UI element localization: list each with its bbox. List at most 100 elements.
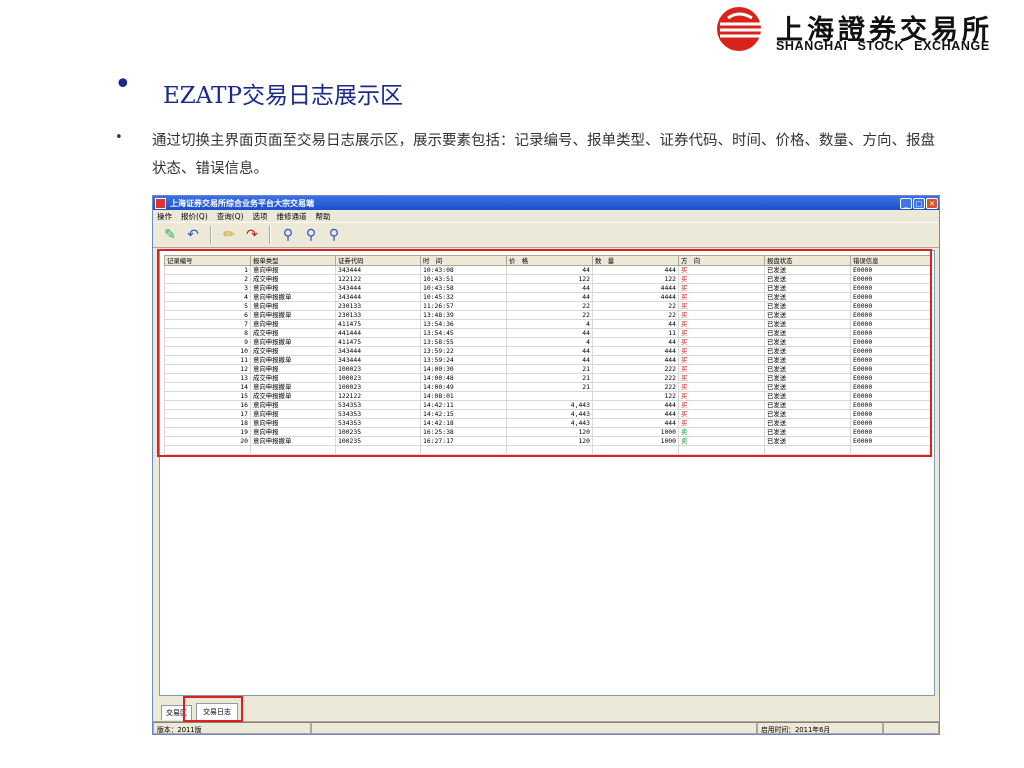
table-cell: 343444 <box>335 355 421 365</box>
table-row[interactable]: 10 成交申报 343444 13:59:22 44 444 买已发送 E0000 <box>164 346 931 356</box>
pen-icon[interactable]: ✎ <box>161 226 179 244</box>
table-cell: E0000 <box>850 328 931 338</box>
table-row[interactable]: 11 意向申报撤单 343444 13:59:24 44 444 买已发送 E0000 <box>164 355 931 365</box>
table-row[interactable]: 6 意向申报撤单 230133 13:48:39 22 22 买已发送 E0000 <box>164 310 931 320</box>
menu-query[interactable]: 查询(Q) <box>217 211 244 222</box>
table-row[interactable]: 9 意向申报撤单 411475 13:58:55 4 44 买已发送 E0000 <box>164 337 931 347</box>
table-cell: 意向申报撤单 <box>250 382 336 392</box>
column-header[interactable]: 错误信息 <box>850 255 931 266</box>
table-cell: 已发送 <box>764 373 851 383</box>
table-cell: 22 <box>592 310 679 320</box>
table-cell: 4 <box>506 337 593 347</box>
table-cell: 13:59:24 <box>420 355 507 365</box>
table-cell: 已发送 <box>764 310 851 320</box>
table-cell: 14:00:49 <box>420 382 507 392</box>
table-cell: E0000 <box>850 310 931 320</box>
table-cell: 534353 <box>335 400 421 410</box>
table-cell: 意向申报撤单 <box>250 355 336 365</box>
table-cell: 买 <box>678 283 765 293</box>
menu-operate[interactable]: 操作 <box>157 211 172 222</box>
table-cell: 13:59:22 <box>420 346 507 356</box>
undo-icon[interactable]: ↶ <box>184 226 202 244</box>
table-row[interactable]: 7 意向申报 411475 13:54:36 4 44 买已发送 E0000 <box>164 319 931 329</box>
window-titlebar[interactable]: 上海证券交易所综合业务平台大宗交易端 _ □ ✕ <box>153 196 939 210</box>
table-cell <box>764 445 851 455</box>
table-row[interactable]: 1 意向申报 343444 10:43:08 44 444 买已发送 E0000 <box>164 265 931 275</box>
table-row[interactable]: 4 意向申报撤单 343444 10:45:32 44 4444 买已发送 E0000 <box>164 292 931 302</box>
table-row[interactable]: 18 意向申报 534353 14:42:18 4,443 444 买已发送 E0000 <box>164 418 931 428</box>
column-header[interactable]: 方 向 <box>678 255 765 266</box>
table-row[interactable]: 8 成交申报 441444 13:54:45 44 11 买已发送 E0000 <box>164 328 931 338</box>
table-cell: 买 <box>678 409 765 419</box>
column-header[interactable]: 证券代码 <box>335 255 421 266</box>
column-header[interactable]: 数 量 <box>592 255 679 266</box>
table-cell: E0000 <box>850 409 931 419</box>
table-cell: 122 <box>506 274 593 284</box>
table-cell: 343444 <box>335 265 421 275</box>
table-cell: 买 <box>678 274 765 284</box>
search-group-icon[interactable]: ⚲ <box>279 226 297 244</box>
table-cell: 8 <box>164 328 251 338</box>
table-row[interactable]: 13 成交申报 100023 14:00:48 21 222 买已发送 E0000 <box>164 373 931 383</box>
toolbar-separator <box>210 226 212 244</box>
table-cell: 10 <box>164 346 251 356</box>
table-row[interactable]: 2 成交申报 122122 10:43:51 122 122 买已发送 E0000 <box>164 274 931 284</box>
table-cell: 14:08:01 <box>420 391 507 401</box>
table-cell: E0000 <box>850 373 931 383</box>
app-window: 上海证券交易所综合业务平台大宗交易端 _ □ ✕ 操作 报价(Q) 查询(Q) … <box>152 195 940 735</box>
column-header[interactable]: 记录编号 <box>164 255 251 266</box>
table-cell: 意向申报 <box>250 418 336 428</box>
menu-options[interactable]: 选项 <box>253 211 268 222</box>
table-row[interactable]: 19 意向申报 100235 16:25:38 120 1000 卖已发送 E0000 <box>164 427 931 437</box>
table-cell: 14:00:30 <box>420 364 507 374</box>
menu-quote[interactable]: 报价(Q) <box>181 211 208 222</box>
table-row[interactable]: 5 意向申报 230133 11:26:57 22 22 买已发送 E0000 <box>164 301 931 311</box>
table-row[interactable]: 20 意向申报撤单 100235 16:27:17 120 1000 卖已发送 E0000 <box>164 436 931 446</box>
table-cell: E0000 <box>850 292 931 302</box>
table-row[interactable]: 12 意向申报 100023 14:00:30 21 222 买已发送 E0000 <box>164 364 931 374</box>
tab-trade-area[interactable]: 交易区 <box>161 705 192 720</box>
table-row[interactable]: 14 意向申报撤单 100023 14:00:49 21 222 买已发送 E0000 <box>164 382 931 392</box>
column-header[interactable]: 时 间 <box>420 255 507 266</box>
menu-help[interactable]: 帮助 <box>316 211 331 222</box>
status-extra <box>883 722 939 734</box>
log-pane[interactable]: 记录编号 报单类型 证券代码时 间价 格数 量方 向报盘状态 错误信息 1 意向申报 34… <box>159 250 935 696</box>
table-cell: 11 <box>592 328 679 338</box>
table-cell: 10:45:32 <box>420 292 507 302</box>
table-cell: 已发送 <box>764 301 851 311</box>
table-row[interactable]: 15 成交申报撤单 122122 14:08:01 122 买已发送 E0000 <box>164 391 931 401</box>
maximize-button[interactable]: □ <box>913 197 925 209</box>
pencil-icon[interactable]: ✏ <box>220 226 238 244</box>
table-cell: 100023 <box>335 364 421 374</box>
table-cell: 意向申报 <box>250 301 336 311</box>
table-cell: 13:58:55 <box>420 337 507 347</box>
table-row[interactable]: 3 意向申报 343444 10:43:58 44 4444 买已发送 E0000 <box>164 283 931 293</box>
table-cell: 已发送 <box>764 265 851 275</box>
table-cell: 18 <box>164 418 251 428</box>
table-cell: 19 <box>164 427 251 437</box>
redo-icon[interactable]: ↷ <box>243 226 261 244</box>
table-cell: 4,443 <box>506 418 593 428</box>
table-empty-row <box>164 445 931 455</box>
table-cell <box>164 445 251 455</box>
table-row[interactable]: 17 意向申报 534353 14:42:15 4,443 444 买已发送 E0000 <box>164 409 931 419</box>
table-cell: 10:43:58 <box>420 283 507 293</box>
minimize-button[interactable]: _ <box>900 197 912 209</box>
table-cell: 已发送 <box>764 346 851 356</box>
close-button[interactable]: ✕ <box>926 197 938 209</box>
column-header[interactable]: 价 格 <box>506 255 593 266</box>
zoom-icon[interactable]: ⚲ <box>302 226 320 244</box>
table-cell: 13:48:39 <box>420 310 507 320</box>
menu-maintenance[interactable]: 维修通道 <box>277 211 307 222</box>
tab-trade-log[interactable]: 交易日志 <box>196 703 238 720</box>
table-cell: E0000 <box>850 355 931 365</box>
table-cell: 13 <box>164 373 251 383</box>
table-row[interactable]: 16 意向申报 534353 14:42:11 4,443 444 买已发送 E0000 <box>164 400 931 410</box>
column-header[interactable]: 报盘状态 <box>764 255 851 266</box>
table-cell: 20 <box>164 436 251 446</box>
table-cell: 44 <box>506 355 593 365</box>
table-cell: 13:54:45 <box>420 328 507 338</box>
table-cell: 44 <box>506 346 593 356</box>
search-icon[interactable]: ⚲ <box>325 226 343 244</box>
column-header[interactable]: 报单类型 <box>250 255 336 266</box>
